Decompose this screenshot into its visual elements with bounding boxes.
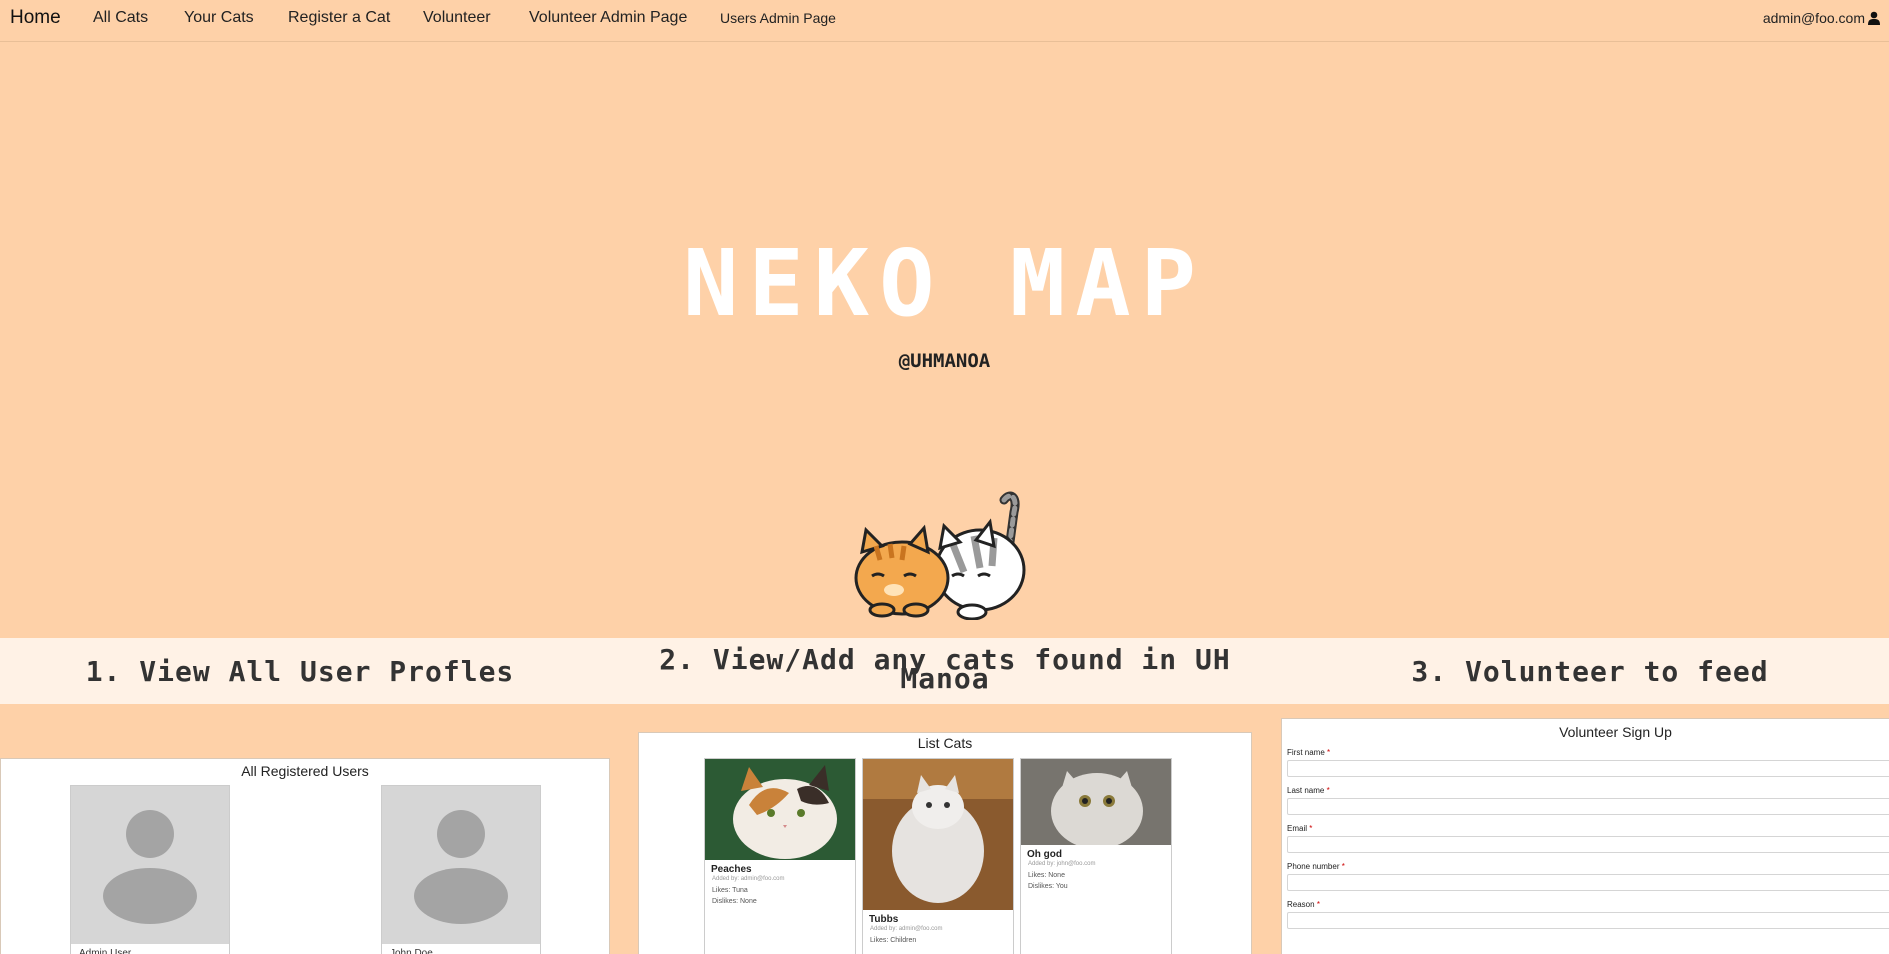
cat-name: Oh god xyxy=(1027,849,1062,860)
person-placeholder-icon xyxy=(414,810,508,924)
cat-likes: Likes: None xyxy=(1028,872,1065,879)
cat-added-by: Added by: john@foo.com xyxy=(1028,861,1096,867)
user-name: John Doe xyxy=(390,948,433,954)
step-1-label: 1. View All User Profles xyxy=(85,655,515,688)
list-cats-panel: List Cats Peaches Added by: admin@foo.co… xyxy=(638,732,1252,954)
cat-added-by: Added by: admin@foo.com xyxy=(712,876,785,882)
volunteer-signup-panel: Volunteer Sign Up First name * Last name… xyxy=(1281,718,1889,954)
phone-label: Phone number xyxy=(1287,862,1340,871)
required-mark: * xyxy=(1341,862,1345,871)
cat-photo xyxy=(1021,759,1171,845)
cat-card[interactable]: Tubbs Added by: admin@foo.com Likes: Chi… xyxy=(862,758,1014,954)
person-placeholder-icon xyxy=(103,810,197,924)
avatar xyxy=(71,786,229,944)
nav-volunteer-link[interactable]: Volunteer xyxy=(423,9,491,27)
cat-added-by: Added by: admin@foo.com xyxy=(870,926,943,932)
first-name-label: First name xyxy=(1287,748,1325,757)
step-2-label: 2. View/Add any cats found in UH Manoa xyxy=(659,643,1231,695)
user-menu[interactable]: admin@foo.com xyxy=(1763,10,1881,26)
cat-photo xyxy=(705,759,855,860)
first-name-input[interactable] xyxy=(1287,760,1889,777)
cat-likes: Likes: Children xyxy=(870,937,917,944)
user-card[interactable]: John Doe xyxy=(381,785,541,954)
all-users-panel: All Registered Users Admin User John Doe xyxy=(0,758,610,954)
required-mark: * xyxy=(1316,900,1320,909)
nav-register-cat-link[interactable]: Register a Cat xyxy=(288,9,390,27)
step-3-label: 3. Volunteer to feed xyxy=(1411,655,1769,688)
cat-likes: Likes: Tuna xyxy=(712,887,748,894)
last-name-input[interactable] xyxy=(1287,798,1889,815)
user-email: admin@foo.com xyxy=(1762,10,1865,26)
reason-input[interactable] xyxy=(1287,912,1889,929)
top-navbar: Home All Cats Your Cats Register a Cat V… xyxy=(0,0,1889,42)
user-icon xyxy=(1868,11,1880,25)
cat-dislikes: Dislikes: None xyxy=(712,898,757,905)
reason-group: Reason * xyxy=(1282,900,1889,929)
hero-subtitle: @UHMANOA xyxy=(898,350,991,372)
cat-photo xyxy=(863,759,1013,910)
last-name-group: Last name * xyxy=(1282,786,1889,815)
required-mark: * xyxy=(1327,748,1331,757)
avatar xyxy=(382,786,540,944)
cat-dislikes: Dislikes: You xyxy=(1028,883,1068,890)
first-name-group: First name * xyxy=(1282,748,1889,777)
user-card[interactable]: Admin User xyxy=(70,785,230,954)
cat-card[interactable]: Oh god Added by: john@foo.com Likes: Non… xyxy=(1020,758,1172,954)
email-label: Email xyxy=(1287,824,1308,833)
phone-input[interactable] xyxy=(1287,874,1889,891)
cats-illustration xyxy=(854,491,1026,620)
user-name: Admin User xyxy=(79,948,132,954)
nav-your-cats-link[interactable]: Your Cats xyxy=(184,9,254,27)
cat-name: Tubbs xyxy=(869,914,899,925)
users-panel-title: All Registered Users xyxy=(241,763,369,779)
steps-band: 1. View All User Profles 2. View/Add any… xyxy=(0,638,1889,704)
required-mark: * xyxy=(1326,786,1330,795)
cats-panel-title: List Cats xyxy=(917,735,973,751)
phone-group: Phone number * xyxy=(1282,862,1889,891)
email-group: Email * xyxy=(1282,824,1889,853)
cat-card[interactable]: Peaches Added by: admin@foo.com Likes: T… xyxy=(704,758,856,954)
nav-volunteer-admin-link[interactable]: Volunteer Admin Page xyxy=(529,9,687,27)
reason-label: Reason xyxy=(1287,900,1315,909)
nav-users-admin-link[interactable]: Users Admin Page xyxy=(720,10,836,26)
cat-name: Peaches xyxy=(711,864,752,875)
volunteer-panel-title: Volunteer Sign Up xyxy=(1559,724,1672,740)
hero-title: NEKO MAP xyxy=(682,230,1207,337)
nav-home-link[interactable]: Home xyxy=(10,7,61,29)
nav-all-cats-link[interactable]: All Cats xyxy=(93,9,148,27)
required-mark: * xyxy=(1309,824,1313,833)
last-name-label: Last name xyxy=(1287,786,1325,795)
email-input[interactable] xyxy=(1287,836,1889,853)
